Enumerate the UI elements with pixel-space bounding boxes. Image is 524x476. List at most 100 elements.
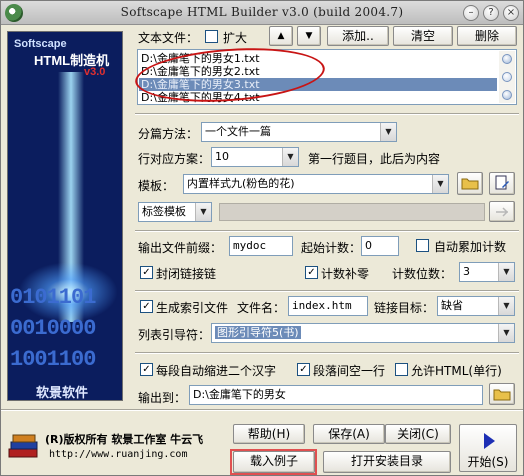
- open-folder-button[interactable]: [457, 172, 483, 195]
- auto-increment-label: 自动累加计数: [434, 240, 507, 254]
- close-link-label: 封闭链接链: [156, 267, 217, 281]
- split-method-value: 一个文件一篇: [205, 125, 271, 138]
- window-title: Softscape HTML Builder v3.0 (build 2004.…: [120, 5, 404, 19]
- template-label: 模板：: [138, 179, 175, 193]
- scroll-down-icon[interactable]: [502, 90, 512, 100]
- chevron-down-icon[interactable]: ▼: [380, 123, 396, 141]
- divider: [135, 230, 519, 232]
- output-to-label: 输出到：: [138, 391, 187, 405]
- close-link-checkbox[interactable]: ✓: [140, 266, 153, 279]
- link-target-select[interactable]: 缺省 ▼: [437, 296, 515, 316]
- footer-divider: [1, 409, 523, 411]
- save-button[interactable]: 保存(A): [313, 424, 385, 444]
- title-bar[interactable]: Softscape HTML Builder v3.0 (build 2004.…: [1, 1, 523, 25]
- edit-document-icon: [495, 175, 509, 190]
- disabled-browse-icon: [496, 207, 509, 217]
- allow-html-checkbox[interactable]: [395, 363, 408, 376]
- blank-line-checkbox[interactable]: ✓: [297, 363, 310, 376]
- split-method-label: 分篇方法：: [138, 127, 199, 141]
- banner-digits-2: 0010000: [10, 316, 96, 341]
- annotation-highlight: [230, 449, 317, 475]
- divider: [135, 113, 519, 115]
- auto-indent-checkbox[interactable]: ✓: [140, 363, 153, 376]
- auto-indent-label: 每段自动缩进二个汉字: [156, 364, 277, 378]
- start-count-label: 起始计数：: [301, 241, 362, 255]
- link-target-value: 缺省: [441, 299, 463, 312]
- banner-digits-3: 1001100: [10, 347, 96, 372]
- chevron-down-icon[interactable]: ▼: [195, 203, 211, 221]
- tag-template-select[interactable]: 标签模板 ▼: [138, 202, 212, 222]
- scroll-up-icon[interactable]: [502, 54, 512, 64]
- files-label: 文本文件：: [138, 31, 199, 45]
- edit-template-button[interactable]: [489, 172, 515, 195]
- folder-icon: [493, 389, 511, 401]
- digits-count-select[interactable]: 3 ▼: [459, 262, 515, 282]
- tag-template-value: 标签模板: [142, 205, 186, 218]
- close-button[interactable]: 关闭(C): [385, 424, 451, 444]
- chevron-down-icon[interactable]: ▼: [498, 324, 514, 342]
- expand-label: 扩大: [223, 31, 248, 45]
- allow-html-label: 允许HTML(单行): [411, 364, 502, 378]
- template-value: 内置样式九(粉色的花): [187, 177, 295, 190]
- close-window-button[interactable]: ×: [503, 5, 519, 21]
- generate-index-checkbox[interactable]: ✓: [140, 300, 153, 313]
- zero-pad-checkbox[interactable]: ✓: [305, 266, 318, 279]
- tag-template-field: [219, 203, 485, 221]
- list-guide-select[interactable]: 图形引导符5(书) ▼: [211, 323, 515, 343]
- generate-index-label: 生成索引文件: [156, 301, 229, 315]
- banner-version: v3.0: [84, 66, 106, 78]
- move-up-button[interactable]: ▲: [269, 26, 293, 46]
- scroll-thumb-icon[interactable]: [502, 72, 512, 82]
- blank-line-label: 段落间空一行: [313, 364, 386, 378]
- link-target-label: 链接目标：: [374, 301, 435, 315]
- divider: [135, 352, 519, 354]
- add-file-button[interactable]: 添加..: [327, 26, 389, 46]
- rows-scheme-hint: 第一行题目，此后为内容: [308, 152, 441, 166]
- list-guide-label: 列表引导符：: [138, 328, 211, 342]
- chevron-down-icon[interactable]: ▼: [498, 263, 514, 281]
- books-logo-icon: [7, 431, 41, 461]
- prefix-input[interactable]: mydoc: [229, 236, 293, 256]
- rows-scheme-value: 10: [215, 150, 229, 163]
- start-button-label: 开始(S): [467, 455, 509, 469]
- tag-template-browse-button: [489, 201, 515, 222]
- prefix-label: 输出文件前缀：: [138, 241, 223, 255]
- banner-brand: Softscape: [14, 38, 67, 50]
- minimize-button[interactable]: –: [463, 5, 479, 21]
- auto-increment-checkbox[interactable]: [416, 239, 429, 252]
- start-button[interactable]: 开始(S): [459, 424, 517, 472]
- start-count-input[interactable]: 0: [361, 236, 399, 256]
- folder-icon: [461, 178, 479, 190]
- open-install-dir-button[interactable]: 打开安装目录: [323, 451, 451, 473]
- help-button[interactable]: ?: [483, 5, 499, 21]
- website-link[interactable]: http://www.ruanjing.com: [49, 449, 187, 460]
- list-guide-value: 图形引导符5(书): [215, 326, 301, 339]
- copyright-text: (R)版权所有 软景工作室 牛云飞: [45, 433, 204, 446]
- move-down-button[interactable]: ▼: [297, 26, 321, 46]
- template-select[interactable]: 内置样式九(粉色的花) ▼: [183, 174, 449, 194]
- expand-checkbox[interactable]: [205, 30, 218, 43]
- index-filename-label: 文件名：: [237, 301, 286, 315]
- split-method-select[interactable]: 一个文件一篇 ▼: [201, 122, 397, 142]
- banner-footer: 软景软件: [36, 386, 89, 401]
- rows-scheme-label: 行对应方案：: [138, 152, 211, 166]
- file-list-scrollbar[interactable]: [499, 51, 515, 103]
- chevron-down-icon[interactable]: ▼: [282, 148, 298, 166]
- chevron-down-icon[interactable]: ▼: [432, 175, 448, 193]
- divider: [135, 290, 519, 292]
- play-icon: [484, 433, 495, 449]
- side-banner: Softscape HTML制造机 v3.0 0101101 0010000 1…: [7, 31, 123, 401]
- banner-digits-1: 0101101: [10, 285, 96, 310]
- clear-files-button[interactable]: 清空: [393, 26, 453, 46]
- output-folder-button[interactable]: [489, 383, 515, 405]
- chevron-down-icon[interactable]: ▼: [498, 297, 514, 315]
- index-filename-input[interactable]: index.htm: [288, 296, 368, 316]
- digits-count-value: 3: [463, 265, 470, 278]
- help-action-button[interactable]: 帮助(H): [233, 424, 305, 444]
- rows-scheme-select[interactable]: 10 ▼: [211, 147, 299, 167]
- main-window: Softscape HTML Builder v3.0 (build 2004.…: [0, 0, 524, 476]
- digits-count-label: 计数位数：: [392, 267, 453, 281]
- delete-file-button[interactable]: 删除: [457, 26, 517, 46]
- output-to-input[interactable]: D:\金庸笔下的男女: [189, 385, 483, 405]
- zero-pad-label: 计数补零: [321, 267, 370, 281]
